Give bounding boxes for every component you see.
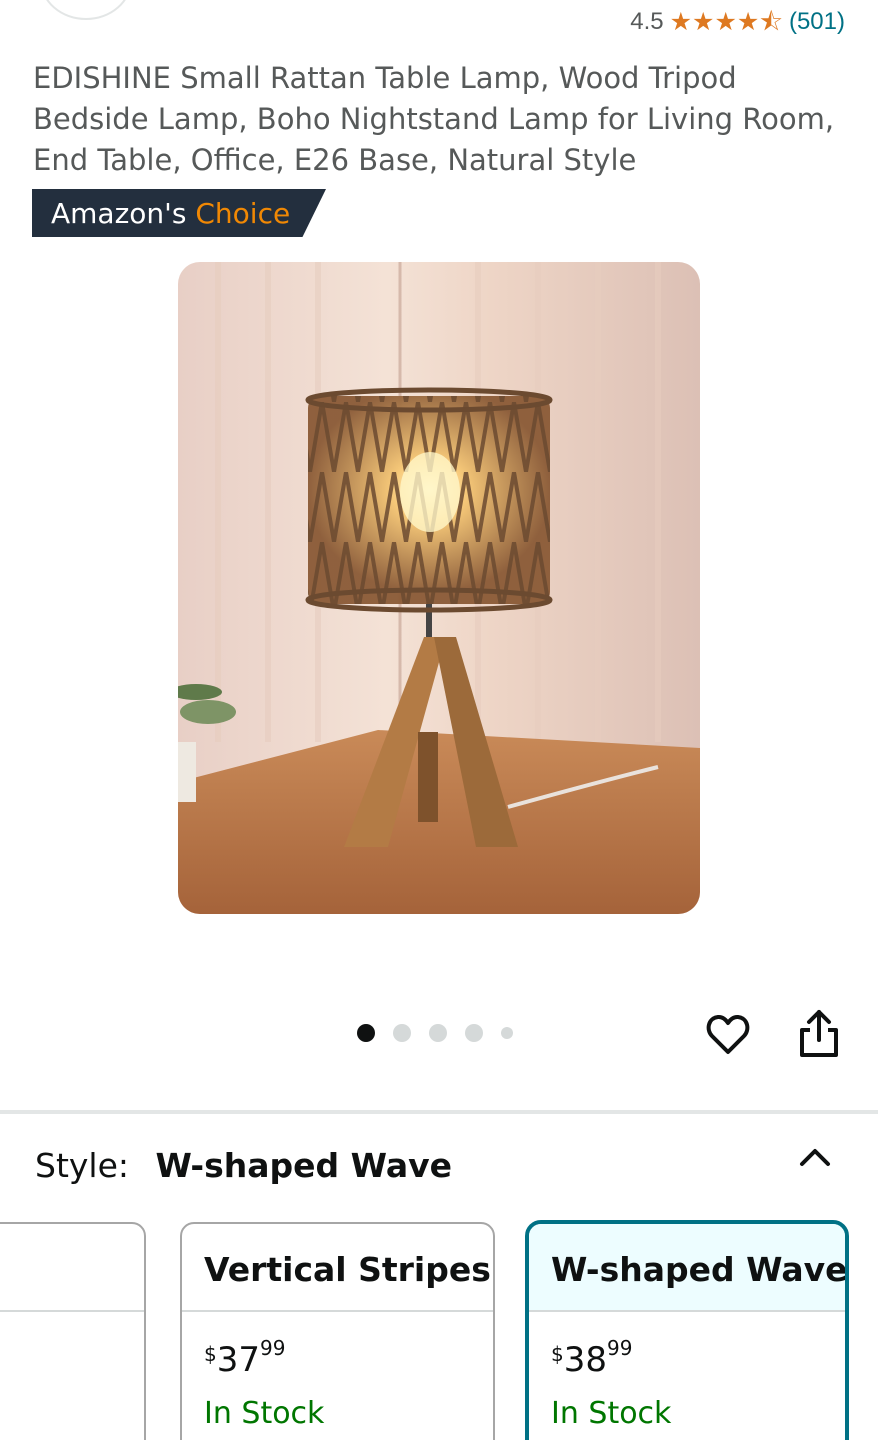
price-currency-dollars: $ bbox=[551, 1342, 564, 1366]
style-option[interactable] bbox=[0, 1222, 146, 1440]
star-full-icon: ★ bbox=[736, 7, 760, 36]
wishlist-button[interactable] bbox=[704, 1010, 752, 1058]
style-option-name bbox=[0, 1224, 144, 1312]
collapse-variations-button[interactable] bbox=[796, 1140, 834, 1174]
avatar-circle bbox=[40, 0, 132, 20]
pagination-dot[interactable] bbox=[429, 1024, 447, 1042]
product-image[interactable] bbox=[178, 262, 700, 914]
style-option-stock: In Stock bbox=[204, 1396, 325, 1431]
price-currency-dollars: $ bbox=[204, 1342, 217, 1366]
price-cents: 99 bbox=[607, 1336, 633, 1360]
share-icon bbox=[800, 1010, 838, 1057]
star-half-icon: ⯪ bbox=[759, 7, 783, 36]
price-cents: 99 bbox=[260, 1336, 286, 1360]
pagination-dot[interactable] bbox=[465, 1024, 483, 1042]
badge-text: Amazon's Choice bbox=[51, 197, 290, 230]
chevron-up-icon bbox=[800, 1149, 830, 1166]
product-title: EDISHINE Small Rattan Table Lamp, Wood T… bbox=[33, 61, 835, 177]
review-count-link[interactable]: (501) bbox=[789, 8, 845, 36]
price-dollars: 37 bbox=[216, 1340, 260, 1380]
rating-summary[interactable]: 4.5 ★ ★ ★ ★ ⯪ (501) bbox=[630, 6, 845, 38]
section-divider bbox=[0, 1110, 878, 1114]
pagination-dot-active[interactable] bbox=[357, 1024, 375, 1042]
style-option-w-shaped-wave[interactable]: W-shaped Wave $3899 In Stock bbox=[525, 1220, 849, 1440]
badge-accent: Choice bbox=[195, 197, 291, 230]
rating-value: 4.5 bbox=[630, 8, 664, 35]
badge-prefix: Amazon's bbox=[51, 197, 187, 230]
image-pagination[interactable] bbox=[357, 1024, 513, 1042]
style-option-name: Vertical Stripes bbox=[182, 1224, 493, 1312]
pagination-dot[interactable] bbox=[393, 1024, 411, 1042]
style-option-price: $3899 bbox=[529, 1312, 845, 1380]
star-full-icon: ★ bbox=[714, 7, 737, 36]
star-full-icon: ★ bbox=[692, 7, 715, 36]
style-option-vertical-stripes[interactable]: Vertical Stripes $3799 In Stock bbox=[180, 1222, 495, 1440]
star-full-icon: ★ bbox=[669, 7, 693, 36]
heart-icon bbox=[706, 1014, 750, 1054]
star-rating: ★ ★ ★ ★ ⯪ bbox=[669, 7, 783, 36]
pagination-dot[interactable] bbox=[501, 1027, 513, 1039]
variation-selected-value: W-shaped Wave bbox=[155, 1146, 453, 1185]
style-option-name: W-shaped Wave bbox=[529, 1224, 845, 1312]
variation-header: Style: W-shaped Wave bbox=[35, 1146, 452, 1185]
style-option-stock: In Stock bbox=[551, 1396, 672, 1431]
share-button[interactable] bbox=[796, 1008, 842, 1060]
variation-label: Style: bbox=[35, 1146, 130, 1185]
price-dollars: 38 bbox=[563, 1340, 607, 1380]
style-option-price: $3799 bbox=[182, 1312, 493, 1380]
